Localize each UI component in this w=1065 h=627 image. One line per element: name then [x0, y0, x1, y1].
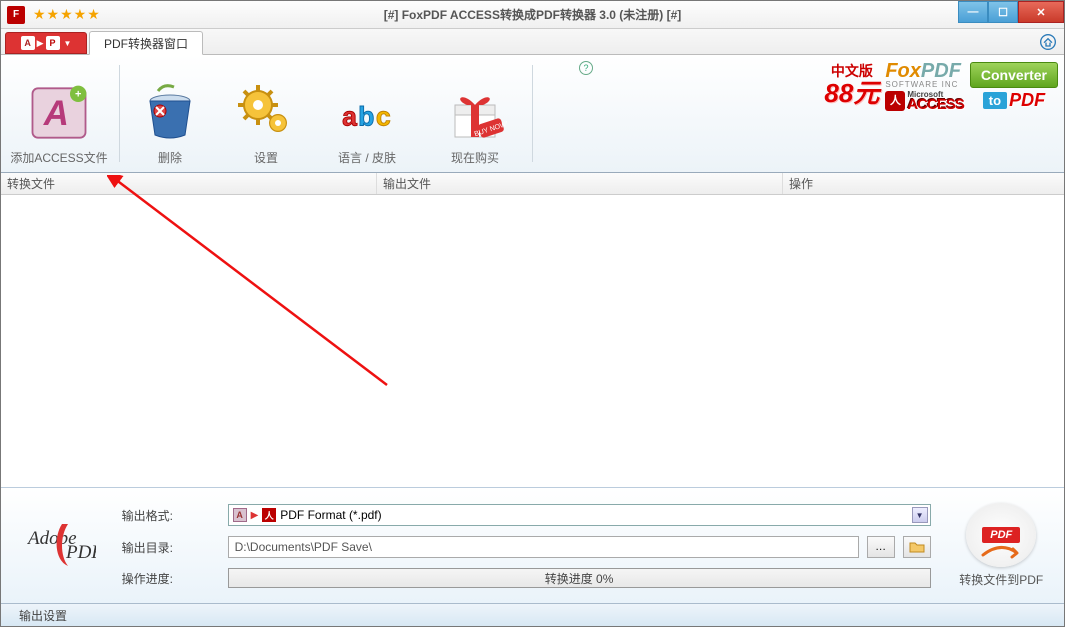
- output-dir-input[interactable]: D:\Documents\PDF Save\: [228, 536, 859, 558]
- pdf-mini-icon: P: [46, 36, 60, 50]
- browse-button[interactable]: …: [867, 536, 895, 558]
- adobe-mini-icon: 人: [885, 91, 905, 111]
- trash-icon: [138, 81, 202, 145]
- output-format-label: 输出格式:: [122, 507, 220, 524]
- svg-text:+: +: [75, 88, 81, 100]
- output-settings-area: 输出格式: A ▶ 人 PDF Format (*.pdf) ▼ 输出目录: D…: [120, 488, 939, 603]
- abc-icon: a b c: [335, 81, 399, 145]
- gift-icon: BUY NOW!: [443, 81, 507, 145]
- window-title: [#] FoxPDF ACCESS转换成PDF转换器 3.0 (未注册) [#]: [384, 6, 682, 23]
- arrow-right-icon: ▶: [251, 510, 259, 521]
- output-format-select[interactable]: A ▶ 人 PDF Format (*.pdf) ▼: [228, 504, 931, 526]
- access-icon: A +: [27, 81, 91, 145]
- svg-text:A: A: [43, 95, 69, 133]
- app-logo-icon: F: [7, 6, 25, 24]
- settings-button[interactable]: 设置: [218, 55, 314, 172]
- col-action[interactable]: 操作: [783, 173, 1064, 194]
- convert-arrow-icon: [979, 545, 1023, 565]
- bottom-panel: Adobe PDF 输出格式: A ▶ 人 PDF Format (*.pdf)…: [1, 487, 1064, 603]
- col-output-file[interactable]: 输出文件: [377, 173, 783, 194]
- language-skin-button[interactable]: a b c 语言 / 皮肤: [314, 55, 420, 172]
- status-bar: 输出设置: [1, 603, 1064, 626]
- convert-button[interactable]: PDF: [966, 503, 1036, 567]
- rating-stars-icon: ★★★★★: [33, 6, 101, 23]
- access-mini-icon: A: [21, 36, 35, 50]
- home-icon[interactable]: [1040, 34, 1056, 50]
- titlebar: F ★★★★★ [#] FoxPDF ACCESS转换成PDF转换器 3.0 (…: [1, 1, 1064, 29]
- adobe-pdf-icon: Adobe PDF: [24, 516, 96, 576]
- minimize-button[interactable]: —: [958, 1, 988, 23]
- buy-now-button[interactable]: BUY NOW! 现在购买: [420, 55, 530, 172]
- tab-converter-window[interactable]: PDF转换器窗口: [89, 31, 203, 55]
- gear-icon: [234, 81, 298, 145]
- annotation-arrow-icon: [107, 175, 407, 395]
- progress-label: 操作进度:: [122, 570, 220, 587]
- adobe-logo-area: Adobe PDF: [1, 488, 120, 603]
- file-list-area[interactable]: [1, 195, 1064, 487]
- foxpdf-logo[interactable]: FoxPDF SOFTWARE INC 人 Microsoft ACCESS: [885, 61, 964, 112]
- delete-button[interactable]: 删除: [122, 55, 218, 172]
- add-label: 添加ACCESS文件: [10, 149, 107, 166]
- pdf-mini-icon: 人: [262, 508, 276, 522]
- maximize-button[interactable]: ☐: [988, 1, 1018, 23]
- toolbar: A + 添加ACCESS文件 删除 设置: [1, 55, 1064, 173]
- chevron-down-icon[interactable]: ▼: [912, 507, 928, 523]
- settings-label: 设置: [254, 149, 278, 166]
- svg-text:b: b: [358, 101, 374, 131]
- access-mini-icon: A: [233, 508, 247, 522]
- svg-text:c: c: [376, 101, 391, 131]
- arrow-right-icon: ▶: [37, 38, 44, 49]
- svg-text:a: a: [342, 101, 357, 131]
- convert-area: PDF 转换文件到PDF: [939, 488, 1064, 603]
- close-button[interactable]: ✕: [1018, 1, 1064, 23]
- output-dir-label: 输出目录:: [122, 539, 220, 556]
- converter-badge[interactable]: Converter to PDF: [970, 62, 1058, 111]
- output-format-value: PDF Format (*.pdf): [280, 508, 381, 522]
- tab-quick-convert[interactable]: A ▶ P ▼: [5, 32, 87, 54]
- buy-label: 现在购买: [451, 149, 499, 166]
- folder-open-icon: [909, 540, 925, 554]
- add-access-file-button[interactable]: A + 添加ACCESS文件: [1, 55, 117, 172]
- convert-button-label: 转换文件到PDF: [959, 571, 1043, 588]
- progress-bar: 转换进度 0%: [228, 568, 931, 588]
- promo-badge[interactable]: 中文版 88元: [824, 66, 879, 106]
- delete-label: 删除: [158, 149, 182, 166]
- chevron-down-icon: ▼: [64, 39, 72, 48]
- svg-text:PDF: PDF: [65, 542, 96, 563]
- help-icon[interactable]: [579, 61, 593, 75]
- tab-strip: A ▶ P ▼ PDF转换器窗口: [1, 29, 1064, 55]
- status-text: 输出设置: [19, 607, 67, 624]
- brand-area: 中文版 88元 FoxPDF SOFTWARE INC 人 Microsoft …: [824, 61, 1058, 112]
- open-folder-button[interactable]: [903, 536, 931, 558]
- lang-label: 语言 / 皮肤: [338, 149, 396, 166]
